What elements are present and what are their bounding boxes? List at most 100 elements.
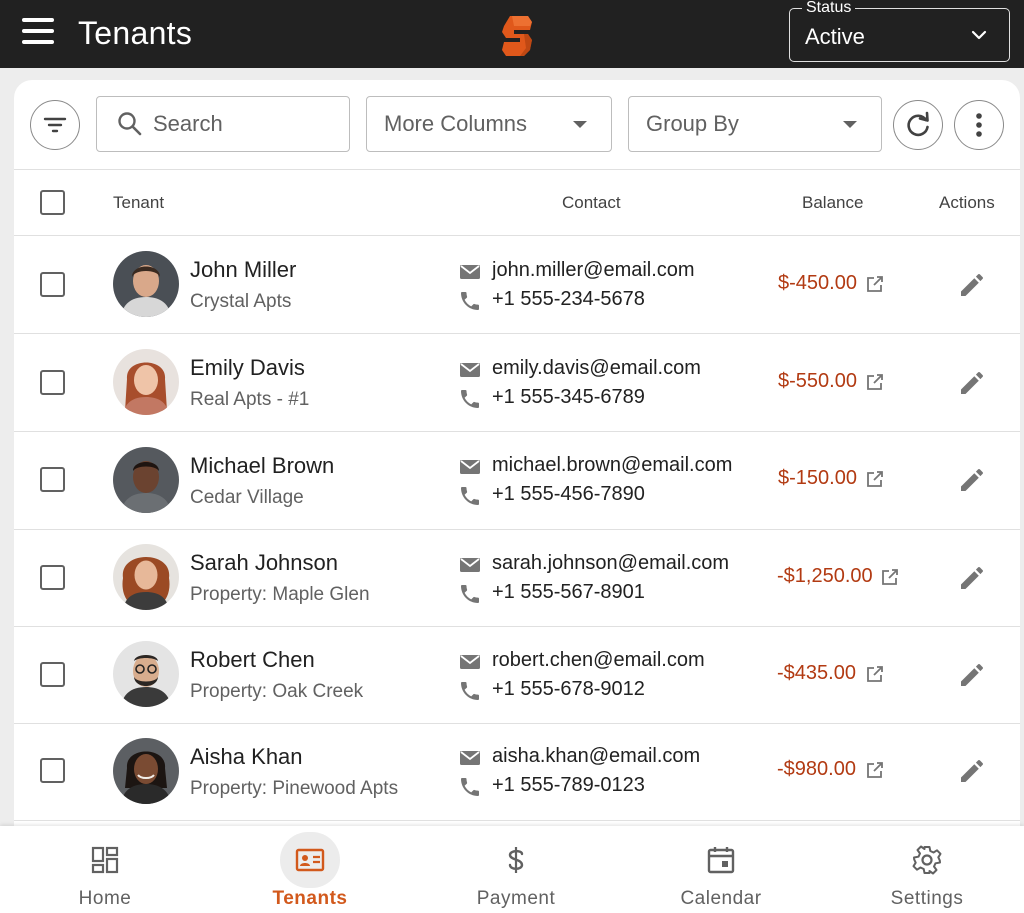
open-external-icon[interactable] [865,274,885,294]
tenant-email: emily.davis@email.com [492,357,701,379]
caret-down-icon [573,121,587,128]
edit-pencil-icon[interactable] [957,756,987,786]
row-checkbox[interactable] [40,662,65,687]
dollar-icon [508,847,524,873]
tenant-property: Property: Pinewood Apts [190,778,399,799]
tenant-phone: +1 555-234-5678 [492,288,645,310]
open-external-icon[interactable] [865,664,885,684]
group-by-label: Group By [646,111,739,136]
open-external-icon[interactable] [865,372,885,392]
open-external-icon[interactable] [880,567,900,587]
more-options-button[interactable] [954,100,1004,150]
calendar-icon [707,847,735,874]
tenant-name: Michael Brown [190,453,335,478]
phone-icon [461,487,479,505]
table-row[interactable]: John Miller Crystal Apts john.miller@ema… [14,236,1020,334]
nav-item-tenants[interactable]: Tenants [230,826,390,913]
row-checkbox[interactable] [40,758,65,783]
caret-down-icon [843,121,857,128]
search-input[interactable]: Search [96,96,350,152]
tenant-balance[interactable]: -$980.00 [777,758,856,781]
tenant-avatar [113,251,179,317]
row-checkbox[interactable] [40,370,65,395]
nav-label-tenants: Tenants [272,888,348,909]
refresh-button[interactable] [893,100,943,150]
tenant-property: Property: Oak Creek [190,681,364,702]
tenant-name: Aisha Khan [190,744,303,769]
nav-item-settings[interactable]: Settings [847,826,1007,913]
status-select-label: Status [802,0,856,17]
tenants-card: Search More Columns Group By Tenant Cont… [14,80,1020,840]
tenant-phone: +1 555-678-9012 [492,678,645,700]
nav-label-home: Home [78,888,132,909]
table-toolbar: Search More Columns Group By [14,80,1020,170]
row-checkbox[interactable] [40,272,65,297]
more-columns-dropdown[interactable]: More Columns [366,96,612,152]
app-logo [502,16,532,56]
tenant-name: John Miller [190,257,297,282]
email-icon [460,460,480,474]
tenant-balance[interactable]: $-550.00 [778,370,857,393]
status-select-value: Active [805,24,865,49]
nav-label-payment: Payment [476,888,556,909]
edit-pencil-icon[interactable] [957,368,987,398]
tenant-balance[interactable]: -$435.00 [777,662,856,685]
top-app-bar: Tenants Status Active [0,0,1024,68]
phone-icon [461,390,479,408]
email-icon [460,655,480,669]
row-checkbox[interactable] [40,467,65,492]
more-vertical-icon [976,113,982,137]
phone-icon [461,585,479,603]
tenant-balance[interactable]: $-450.00 [778,272,857,295]
select-all-checkbox[interactable] [40,190,65,215]
tenant-property: Crystal Apts [190,291,292,312]
tenant-phone: +1 555-789-0123 [492,774,645,796]
table-header: Tenant Contact Balance Actions [14,170,1020,236]
tenant-name: Emily Davis [190,355,305,380]
edit-pencil-icon[interactable] [957,270,987,300]
phone-icon [461,778,479,796]
tenant-avatar [113,447,179,513]
column-header-tenant: Tenant [113,193,165,212]
table-row[interactable]: Robert Chen Property: Oak Creek robert.c… [14,626,1020,724]
group-by-dropdown[interactable]: Group By [628,96,882,152]
row-checkbox[interactable] [40,565,65,590]
tenant-email: sarah.johnson@email.com [492,552,730,574]
tenant-avatar [113,544,179,610]
nav-label-settings: Settings [890,888,964,909]
nav-label-calendar: Calendar [680,888,762,909]
email-icon [460,558,480,572]
gear-icon [912,845,942,875]
tenant-phone: +1 555-456-7890 [492,483,645,505]
bottom-navigation: Home Tenants Payment Calendar Settings [0,826,1024,913]
table-row[interactable]: Aisha Khan Property: Pinewood Apts aisha… [14,723,1020,821]
nav-item-payment[interactable]: Payment [436,826,596,913]
hamburger-menu-icon[interactable] [22,18,58,50]
nav-item-calendar[interactable]: Calendar [641,826,801,913]
table-row[interactable]: Michael Brown Cedar Village michael.brow… [14,432,1020,530]
tenant-avatar [113,641,179,707]
column-header-contact: Contact [562,193,621,212]
page-title: Tenants [78,15,193,51]
filter-button[interactable] [30,100,80,150]
edit-pencil-icon[interactable] [957,563,987,593]
status-select[interactable]: Status Active [789,0,1010,62]
open-external-icon[interactable] [865,760,885,780]
table-row[interactable]: Sarah Johnson Property: Maple Glen sarah… [14,529,1020,627]
tenant-email: aisha.khan@email.com [492,745,701,767]
edit-pencil-icon[interactable] [957,465,987,495]
open-external-icon[interactable] [865,469,885,489]
tenant-avatar [113,349,179,415]
tenant-balance[interactable]: -$1,250.00 [777,565,873,588]
tenant-avatar [113,738,179,804]
edit-pencil-icon[interactable] [957,660,987,690]
search-placeholder: Search [153,111,223,136]
nav-item-home[interactable]: Home [25,826,185,913]
id-card-icon [295,848,325,872]
tenant-balance[interactable]: $-150.00 [778,467,857,490]
chevron-down-icon [971,30,987,40]
tenant-phone: +1 555-345-6789 [492,386,645,408]
search-icon [118,112,142,136]
refresh-icon [907,111,929,137]
table-row[interactable]: Emily Davis Real Apts - #1 emily.davis@e… [14,334,1020,432]
